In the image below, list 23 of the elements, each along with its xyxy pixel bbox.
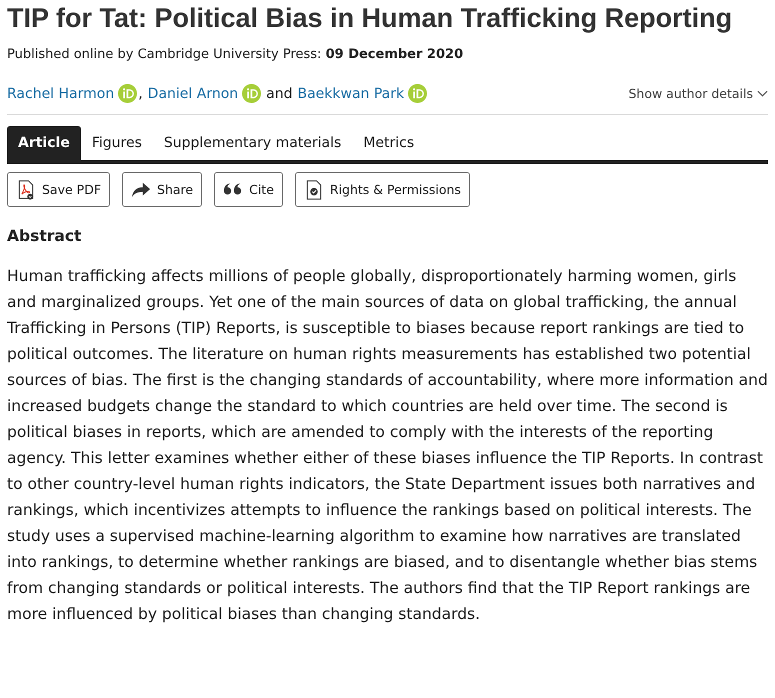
publication-date: Published online by Cambridge University Press: 09 December 2020 xyxy=(7,47,464,62)
author-link[interactable]: Daniel Arnon xyxy=(148,86,238,102)
orcid-icon[interactable] xyxy=(408,84,428,103)
action-button[interactable]: Save PDF xyxy=(7,172,110,207)
author-link[interactable]: Baekkwan Park xyxy=(298,86,404,102)
tab[interactable]: Supplementary materials xyxy=(152,126,352,160)
author-separator: , xyxy=(138,86,143,102)
abstract-text: Human trafficking affects millions of people globally, disproportionately harming women, girls and marginalized groups. Yet one of the main sources of data on global trafficking, the annual Trafficking in Persons (TIP) Reports, is susceptible to biases because report rankings are tied to political outcomes. The literature on human rights measurements has established two potential sources of bias. The first is the changing standards of accountability, where more information and increased budgets change the standard to which countries are held over time. The second is political biases in reports, which are amended to comply with the interests of the reporting agency. This letter examines whether either of these biases influence the TIP Reports. In contrast to other country-level human rights indicators, the State Department issues both narratives and rankings, which incentivizes attempts to influence the rankings based on political interests. The study uses a supervised machine-learning algorithm to examine how narratives are translated into rankings, to determine whether rankings are biased, and to disentangle whether bias stems from changing standards or political interests. The authors find that the TIP Report rankings are more influenced by political biases than changing standards. xyxy=(7,266,768,625)
orcid-icon[interactable] xyxy=(118,84,138,103)
orcid-icon[interactable] xyxy=(242,84,262,103)
chevron-down-icon xyxy=(757,90,768,98)
tab[interactable]: Metrics xyxy=(352,126,426,160)
action-button[interactable]: Rights & Permissions xyxy=(294,172,470,207)
abstract-heading: Abstract xyxy=(7,227,82,245)
tab[interactable]: Figures xyxy=(80,126,153,160)
action-button[interactable]: Share xyxy=(122,172,202,207)
action-button[interactable]: Cite xyxy=(214,172,283,207)
article-title: TIP for Tat: Political Bias in Human Trafficking Reporting xyxy=(7,2,734,34)
show-author-details-button[interactable]: Show author details xyxy=(628,86,768,101)
author-link[interactable]: Rachel Harmon xyxy=(7,86,114,102)
tab[interactable]: Article xyxy=(7,126,81,160)
pdf-file-icon xyxy=(16,180,36,200)
author-separator: and xyxy=(266,86,292,102)
